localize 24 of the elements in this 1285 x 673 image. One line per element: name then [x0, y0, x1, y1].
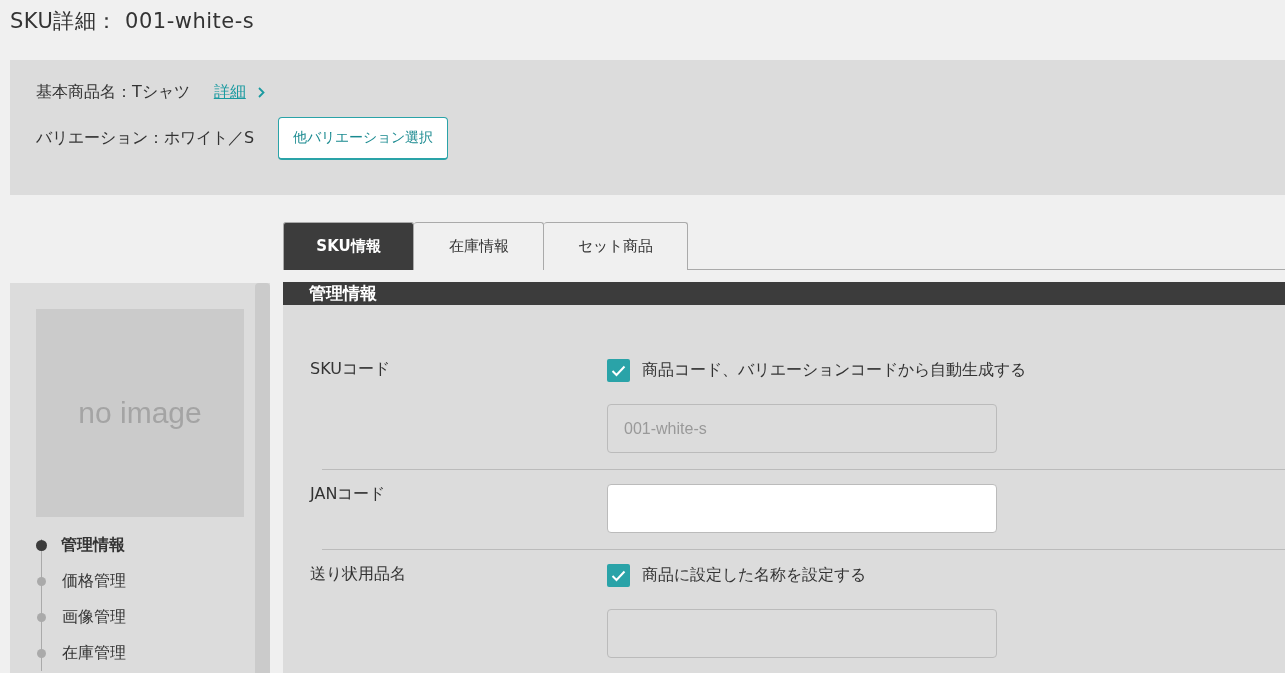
chevron-right-icon: [257, 87, 265, 98]
section-header: 管理情報: [283, 282, 1285, 305]
tab[interactable]: セット商品: [544, 222, 688, 270]
checkbox-label: 商品コード、バリエーションコードから自動生成する: [642, 360, 1026, 381]
sidebar-nav-item[interactable]: 在庫管理: [36, 635, 255, 671]
tab[interactable]: SKU情報: [283, 222, 414, 270]
sidebar-nav-item[interactable]: 価格管理: [36, 563, 255, 599]
page-title: SKU詳細： 001-white-s: [9, 8, 256, 35]
text-field[interactable]: [607, 484, 997, 533]
field-label: SKUコード: [310, 359, 390, 378]
product-name: 基本商品名：Tシャツ: [36, 82, 190, 103]
sidebar-nav-item[interactable]: 管理情報: [36, 527, 255, 563]
sidebar-nav-item[interactable]: 画像管理: [36, 599, 255, 635]
tab[interactable]: 在庫情報: [414, 222, 544, 270]
checkbox[interactable]: [607, 564, 630, 587]
checkbox-label: 商品に設定した名称を設定する: [642, 565, 866, 586]
checkbox[interactable]: [607, 359, 630, 382]
field-label: JANコード: [310, 484, 386, 503]
field-label: 送り状用品名: [310, 564, 406, 583]
scrollbar[interactable]: [255, 283, 270, 673]
variation-name: バリエーション：ホワイト／S: [36, 128, 255, 149]
variation-select-button[interactable]: 他バリエーション選択: [278, 117, 449, 160]
checkmark-icon: [611, 569, 626, 582]
checkmark-icon: [611, 364, 626, 377]
